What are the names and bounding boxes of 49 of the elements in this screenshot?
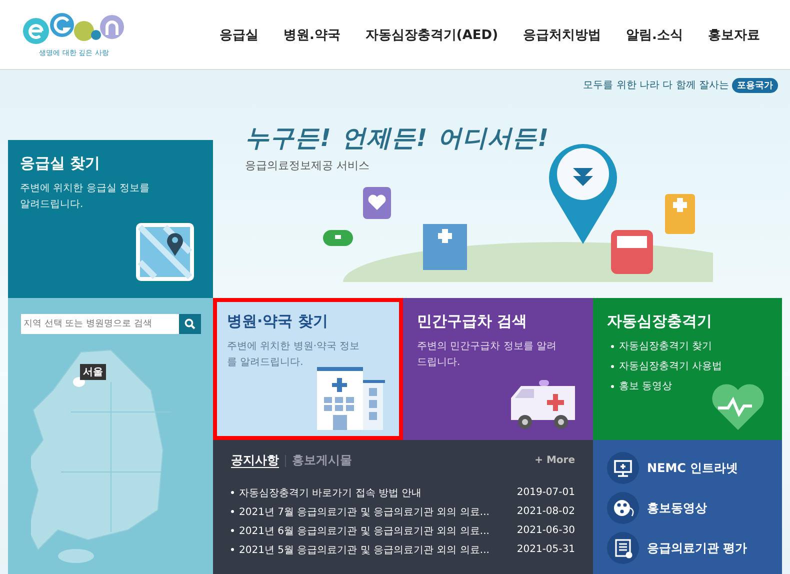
slogan-badge: 포용국가 [732, 78, 778, 92]
hospital-building-icon [315, 364, 385, 430]
card-title: 자동심장충격기 [607, 312, 713, 331]
aed-card[interactable]: 자동심장충격기 자동심장충격기 찾기 자동심장충격기 사용법 홍보 동영상 [593, 298, 782, 440]
quick-link[interactable]: 응급의료기관 평가 [607, 532, 768, 564]
hero-subtitle: 응급의료정보제공 서비스 [245, 158, 370, 173]
card-description: 주변에 위치한 병원·약국 정보를 알려드립니다. [227, 340, 361, 370]
nav-link[interactable]: 응급처치방법 [523, 26, 602, 44]
search-button[interactable] [178, 314, 200, 334]
hero-headline: 누구든! 언제든! 어디서든! [245, 123, 551, 154]
hospital-card[interactable]: 병원·약국 찾기 주변에 위치한 병원·약국 정보를 알려드립니다. [213, 298, 403, 440]
monitor-icon [607, 452, 639, 484]
notice-date: 2021-05-31 [516, 544, 575, 555]
region-label: 서울 [80, 364, 106, 380]
slogan-text: 모두를 위한 나라 다 함께 잘사는 [583, 79, 729, 92]
notice-title[interactable]: 자동심장충격기 바로가기 접속 방법 안내 [231, 486, 422, 500]
quick-link[interactable]: NEMC 인트라넷 [607, 452, 768, 484]
logo-drawing[interactable] [22, 11, 126, 47]
er-search-card[interactable]: 응급실 찾기 주변에 위치한 응급실 정보를 알려드립니다. [8, 140, 213, 298]
document-icon [607, 532, 639, 564]
notice-title[interactable]: 2021년 5월 응급의료기관 및 응급의료기관 외의 의료... [231, 542, 490, 556]
card-title: 병원·약국 찾기 [227, 312, 329, 331]
notice-title[interactable]: 2021년 6월 응급의료기관 및 응급의료기관 외의 의료... [231, 524, 490, 538]
notice-tab[interactable]: 홍보게시물 [292, 452, 352, 469]
aed-link[interactable]: 자동심장충격기 사용법 [611, 359, 768, 373]
notice-title[interactable]: 2021년 7월 응급의료기관 및 응급의료기관 외의 의료... [231, 504, 490, 518]
nav-link[interactable]: 홍보자료 [708, 26, 760, 44]
card-description: 주변의 민간구급차 정보를 알려드립니다. [417, 340, 557, 370]
aed-link[interactable]: 자동심장충격기 찾기 [611, 339, 768, 353]
map-pin-icon [135, 222, 195, 282]
more-link[interactable]: + More [534, 455, 575, 466]
nav-link[interactable]: 응급실 [219, 26, 258, 44]
ambulance-card[interactable]: 민간구급차 검색 주변의 민간구급차 정보를 알려드립니다. [403, 298, 593, 440]
nav-link[interactable]: 알림.소식 [626, 26, 683, 44]
quick-link[interactable]: 홍보동영상 [607, 492, 768, 524]
notice-date: 2019-07-01 [516, 487, 575, 498]
card-description: 주변에 위치한 응급실 정보를 알려드립니다. [20, 182, 151, 212]
card-title: 민간구급차 검색 [417, 312, 528, 331]
card-title: 응급실 찾기 [20, 154, 102, 173]
notice-date: 2021-06-30 [516, 525, 575, 536]
nav-link[interactable]: 병원.약국 [283, 26, 340, 44]
ambulance-icon [509, 380, 577, 430]
heart-pulse-icon [710, 382, 766, 432]
notice-date: 2021-08-02 [516, 506, 575, 517]
aed-link[interactable]: 홍보 동영상 [611, 379, 768, 393]
film-icon [607, 492, 639, 524]
search-icon [184, 318, 196, 330]
nav-link[interactable]: 자동심장충격기(AED) [365, 26, 498, 44]
notice-tab[interactable]: 공지사항 [231, 452, 279, 469]
